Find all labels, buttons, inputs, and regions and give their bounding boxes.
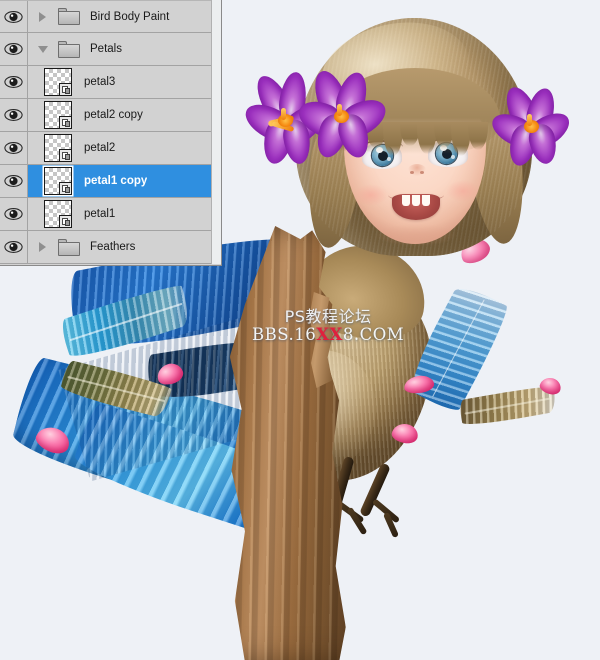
layer-visibility-toggle[interactable] bbox=[0, 165, 28, 197]
layer-thumbnail[interactable] bbox=[44, 68, 72, 96]
layer-thumbnail[interactable] bbox=[44, 167, 72, 195]
layer-group-row[interactable]: Feathers bbox=[0, 231, 221, 264]
layer-visibility-toggle[interactable] bbox=[0, 198, 28, 230]
smart-object-icon bbox=[59, 149, 72, 162]
folder-icon bbox=[58, 40, 80, 58]
layers-panel-scrollbar[interactable] bbox=[211, 0, 221, 264]
layers-list[interactable]: Bird Body Paint Petals petal3 petal2 copy pe… bbox=[0, 0, 221, 264]
crocus-flower-right bbox=[486, 82, 576, 169]
layer-row-body[interactable]: petal2 bbox=[28, 132, 221, 164]
layer-name: petal2 copy bbox=[84, 109, 143, 121]
layer-row-body[interactable]: Petals bbox=[28, 33, 221, 65]
layer-row-body[interactable]: Feathers bbox=[28, 231, 221, 263]
layer-group-name: Petals bbox=[90, 43, 122, 55]
layer-row-body[interactable]: petal1 copy bbox=[28, 165, 221, 197]
layer-visibility-toggle[interactable] bbox=[0, 231, 28, 263]
eye-icon[interactable] bbox=[4, 10, 23, 24]
screenshot-canvas: PS教程论坛 BBS.16XX8.COM Bird Body Paint Peta… bbox=[0, 0, 600, 660]
layer-visibility-toggle[interactable] bbox=[0, 132, 28, 164]
layer-row[interactable]: petal2 bbox=[0, 132, 221, 165]
crocus-center bbox=[334, 104, 349, 123]
layer-name: petal1 bbox=[84, 208, 116, 220]
triangle-right-icon[interactable] bbox=[34, 1, 51, 32]
cheek-right bbox=[446, 180, 480, 202]
eye-icon[interactable] bbox=[4, 42, 23, 56]
layer-row-body[interactable]: petal1 bbox=[28, 198, 221, 230]
layer-group-name: Bird Body Paint bbox=[90, 10, 170, 23]
layer-visibility-toggle[interactable] bbox=[0, 66, 28, 98]
smart-object-icon bbox=[59, 83, 72, 96]
smart-object-icon bbox=[59, 215, 72, 228]
crocus-center bbox=[524, 114, 539, 133]
layer-row-body[interactable]: petal3 bbox=[28, 66, 221, 98]
layer-row[interactable]: petal1 copy bbox=[0, 165, 221, 198]
layer-name: petal1 copy bbox=[84, 175, 148, 187]
layer-group-name: Feathers bbox=[90, 241, 136, 253]
layer-row-body[interactable]: petal2 copy bbox=[28, 99, 221, 131]
layer-visibility-toggle[interactable] bbox=[0, 33, 28, 65]
layer-thumbnail[interactable] bbox=[44, 101, 72, 129]
layer-row[interactable]: petal1 bbox=[0, 198, 221, 231]
teeth bbox=[402, 195, 430, 206]
triangle-down-icon[interactable] bbox=[34, 33, 51, 65]
eye-icon[interactable] bbox=[4, 75, 23, 89]
layer-row[interactable]: petal2 copy bbox=[0, 99, 221, 132]
chin-shadow bbox=[376, 224, 456, 246]
folder-icon bbox=[58, 8, 80, 25]
eye-icon[interactable] bbox=[4, 240, 23, 254]
layer-visibility-toggle[interactable] bbox=[0, 1, 28, 32]
layer-group-row[interactable]: Bird Body Paint bbox=[0, 0, 221, 33]
eye-icon[interactable] bbox=[4, 207, 23, 221]
layer-name: petal3 bbox=[84, 76, 116, 88]
layer-visibility-toggle[interactable] bbox=[0, 99, 28, 131]
crocus-flower-front bbox=[293, 66, 392, 162]
layer-thumbnail[interactable] bbox=[44, 200, 72, 228]
smart-object-icon bbox=[59, 182, 72, 195]
crocus-center bbox=[278, 108, 293, 127]
eye-icon[interactable] bbox=[4, 141, 23, 155]
layer-name: petal2 bbox=[84, 142, 116, 154]
triangle-right-icon[interactable] bbox=[34, 231, 51, 263]
layer-group-row[interactable]: Petals bbox=[0, 33, 221, 66]
layer-row[interactable]: petal3 bbox=[0, 66, 221, 99]
photoshop-layers-panel[interactable]: Bird Body Paint Petals petal3 petal2 copy pe… bbox=[0, 0, 222, 266]
eye-icon[interactable] bbox=[4, 174, 23, 188]
layer-row-body[interactable]: Bird Body Paint bbox=[28, 1, 221, 32]
cheek-left bbox=[354, 184, 388, 206]
folder-icon bbox=[58, 238, 80, 256]
smart-object-icon bbox=[59, 116, 72, 129]
nose bbox=[408, 164, 426, 176]
layer-thumbnail[interactable] bbox=[44, 134, 72, 162]
eye-icon[interactable] bbox=[4, 108, 23, 122]
